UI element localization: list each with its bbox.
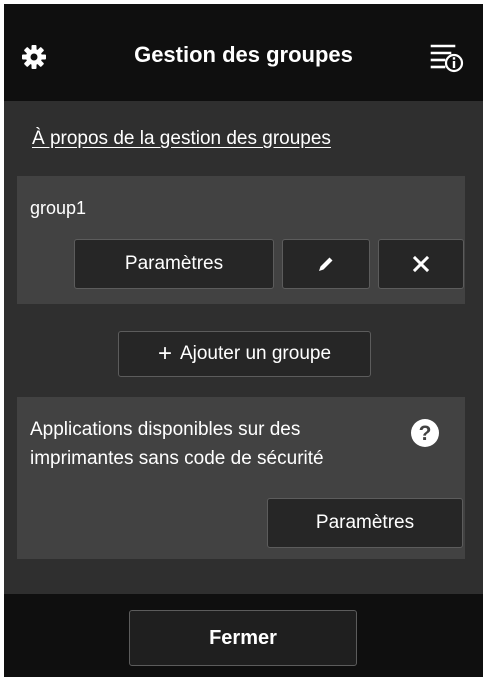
delete-group-button[interactable]	[378, 239, 464, 289]
apps-settings-button[interactable]: Paramètres	[267, 498, 463, 548]
group-settings-button[interactable]: Paramètres	[74, 239, 274, 289]
screen-frame: Gestion des groupes À propos de la gesti…	[0, 0, 489, 681]
group-name: group1	[30, 198, 87, 218]
plus-icon: +	[157, 340, 172, 367]
add-group-label: Ajouter un groupe	[179, 343, 332, 364]
question-icon[interactable]: ?	[410, 418, 440, 448]
header-bar: Gestion des groupes	[4, 4, 483, 101]
close-button[interactable]: Fermer	[129, 610, 357, 666]
group-settings-label: Paramètres	[124, 253, 224, 274]
group-management-dialog: Gestion des groupes À propos de la gesti…	[4, 4, 483, 677]
pencil-icon	[319, 257, 333, 271]
close-icon	[412, 255, 430, 273]
apps-settings-label: Paramètres	[315, 512, 415, 533]
apps-without-security-code-panel: Applications disponibles sur des imprima…	[17, 397, 465, 559]
page-title: Gestion des groupes	[134, 42, 353, 67]
add-group-button[interactable]: + Ajouter un groupe	[118, 331, 371, 377]
close-label: Fermer	[209, 626, 277, 649]
menu-info-icon[interactable]	[430, 43, 464, 73]
apps-description: Applications disponibles sur des imprima…	[30, 419, 324, 469]
group-item: group1 Paramètres	[17, 176, 465, 304]
edit-group-button[interactable]	[282, 239, 370, 289]
about-group-management-link[interactable]: À propos de la gestion des groupes	[32, 128, 331, 150]
footer-bar: Fermer	[4, 594, 483, 677]
svg-text:?: ?	[419, 422, 432, 445]
